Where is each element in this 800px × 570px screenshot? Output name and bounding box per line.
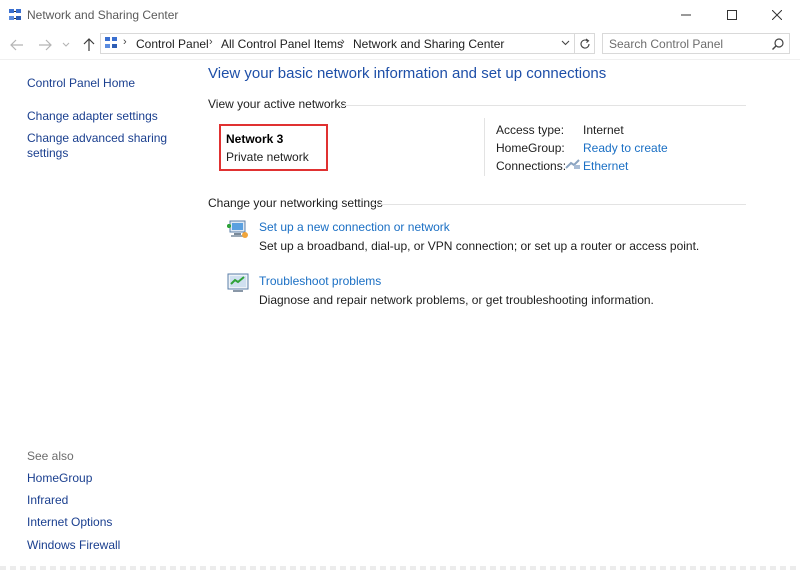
troubleshoot-icon <box>227 273 249 292</box>
homegroup-ready-link[interactable]: Ready to create <box>583 141 668 155</box>
search-box[interactable] <box>602 33 790 54</box>
access-type-value: Internet <box>583 123 624 137</box>
see-also-label: See also <box>27 449 74 463</box>
address-bar[interactable]: › Control Panel › All Control Panel Item… <box>100 33 575 54</box>
ethernet-icon <box>565 159 580 169</box>
title-bar: Network and Sharing Center <box>0 0 800 30</box>
arrow-right-icon <box>39 39 52 51</box>
section-divider <box>372 204 746 205</box>
minimize-icon <box>681 14 691 16</box>
see-also-windows-firewall-link[interactable]: Windows Firewall <box>27 538 120 553</box>
page-title: View your basic network information and … <box>208 65 607 82</box>
arrow-up-icon <box>83 38 95 51</box>
maximize-button[interactable] <box>709 0 755 30</box>
control-panel-icon <box>105 37 117 48</box>
refresh-button[interactable] <box>575 33 595 54</box>
setup-new-connection-link[interactable]: Set up a new connection or network <box>259 220 450 234</box>
search-icon[interactable] <box>771 37 785 51</box>
access-type-label: Access type: <box>496 123 565 137</box>
network-center-icon <box>9 9 21 20</box>
connections-label: Connections: <box>496 159 567 173</box>
refresh-icon <box>580 38 590 49</box>
maximize-icon <box>727 10 737 20</box>
arrow-left-icon <box>10 39 23 51</box>
minimize-button[interactable] <box>663 0 709 30</box>
section-divider <box>340 105 746 106</box>
vertical-divider <box>484 118 485 176</box>
homegroup-label: HomeGroup: <box>496 141 565 155</box>
chevron-down-icon <box>62 42 70 47</box>
new-connection-icon <box>227 220 248 238</box>
breadcrumb-separator-icon: › <box>209 36 213 48</box>
chevron-down-icon <box>561 40 569 46</box>
address-dropdown-button[interactable] <box>558 36 572 50</box>
window-title: Network and Sharing Center <box>27 8 179 22</box>
close-icon <box>772 10 782 20</box>
change-adapter-settings-link[interactable]: Change adapter settings <box>27 109 158 124</box>
window-bottom-edge <box>0 566 800 570</box>
see-also-homegroup-link[interactable]: HomeGroup <box>27 471 92 486</box>
network-name: Network 3 <box>226 132 284 146</box>
forward-button[interactable] <box>36 36 54 54</box>
breadcrumb-separator-icon: › <box>341 36 345 48</box>
network-type: Private network <box>226 150 309 164</box>
change-advanced-sharing-link[interactable]: Change advanced sharing settings <box>27 131 177 161</box>
control-panel-home-link[interactable]: Control Panel Home <box>27 76 135 91</box>
active-networks-heading: View your active networks <box>208 97 347 111</box>
troubleshoot-problems-description: Diagnose and repair network problems, or… <box>259 293 654 307</box>
see-also-infrared-link[interactable]: Infrared <box>27 493 68 508</box>
close-button[interactable] <box>754 0 800 30</box>
recent-locations-button[interactable] <box>60 36 72 54</box>
back-button[interactable] <box>8 36 26 54</box>
breadcrumb-all-items[interactable]: All Control Panel Items <box>221 37 343 51</box>
breadcrumb-network-center[interactable]: Network and Sharing Center <box>353 37 504 51</box>
up-button[interactable] <box>80 36 98 54</box>
setup-new-connection-description: Set up a broadband, dial-up, or VPN conn… <box>259 239 700 253</box>
change-settings-heading: Change your networking settings <box>208 196 383 210</box>
see-also-internet-options-link[interactable]: Internet Options <box>27 515 112 530</box>
ethernet-connection-link[interactable]: Ethernet <box>583 159 628 173</box>
search-input[interactable] <box>609 36 769 52</box>
breadcrumb-separator-icon: › <box>123 36 127 48</box>
troubleshoot-problems-link[interactable]: Troubleshoot problems <box>259 274 381 288</box>
breadcrumb-control-panel[interactable]: Control Panel <box>136 37 209 51</box>
